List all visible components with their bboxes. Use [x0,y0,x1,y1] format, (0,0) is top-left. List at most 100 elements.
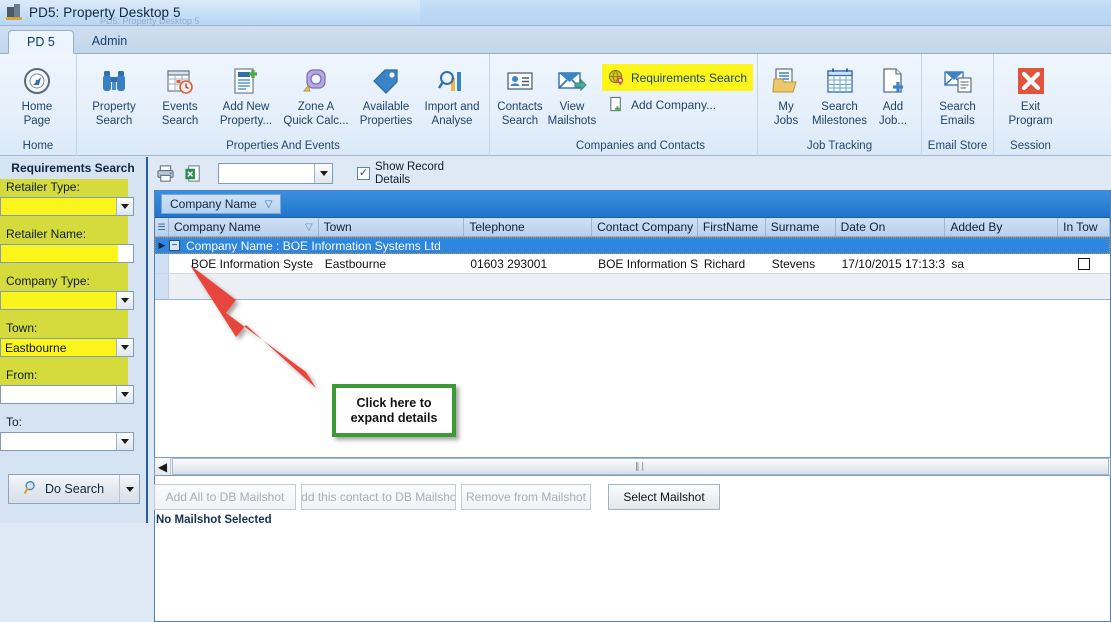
panel-title: Requirements Search [11,161,135,175]
row-selector-empty [155,274,169,299]
column-header-date-on[interactable]: Date On [836,218,946,236]
import-and-analyse-label: Import and Analyse [424,101,480,127]
show-record-details-checkbox[interactable]: ✓ Show Record Details [357,161,457,187]
retailer-type-label: Retailer Type: [6,180,80,194]
ribbon-group-label-job-tracking: Job Tracking [806,140,873,152]
available-properties-button[interactable]: Available Properties [353,58,419,128]
events-search-button[interactable]: Events Search [147,58,213,128]
row-pointer-icon: ▶ [158,240,166,250]
in-town-checkbox[interactable] [1078,257,1091,270]
column-header-contact-company[interactable]: Contact Company [592,218,698,236]
column-header-firstname[interactable]: FirstName [698,218,766,236]
property-search-label: Property Search [92,101,136,127]
tab-admin[interactable]: Admin [74,29,145,53]
scrollbar-thumb[interactable]: ∥∣ [172,458,1109,475]
from-combo[interactable] [0,385,134,404]
add-job-button[interactable]: Add Job... [869,58,917,128]
from-label: From: [6,368,38,382]
mail-search-icon [943,64,973,98]
field-retailer-name: Retailer Name: [0,226,146,263]
group-chip-company-name[interactable]: Company Name ▽ [161,194,282,214]
row-selector[interactable] [155,254,169,273]
toolbar-combo[interactable] [218,163,333,184]
excel-export-icon[interactable] [182,163,204,185]
tab-pd5[interactable]: PD 5 [8,30,74,54]
chevron-down-icon[interactable] [116,292,133,309]
chevron-down-icon[interactable] [116,386,133,403]
sort-indicator-icon: ▽ [304,221,313,233]
column-header-added-by[interactable]: Added By [945,218,1059,236]
table-row[interactable]: BOE Information Syste Eastbourne 01603 2… [155,254,1110,274]
ribbon-group-label-email-store: Email Store [927,140,988,152]
grid-group-row[interactable]: ▶ − Company Name : BOE Information Syste… [155,237,1110,254]
column-label: In Tow [1063,220,1098,234]
do-search-main[interactable]: Do Search [9,475,119,503]
requirements-search-panel: Requirements Search Retailer Type: Retai… [0,157,148,523]
ribbon-group-session: Exit Program Session [993,54,1067,156]
calendar-icon [825,64,855,98]
ribbon-group-label-properties-events: Properties And Events [226,140,340,152]
chevron-down-icon[interactable] [116,198,133,215]
add-all-to-db-mailshot-button[interactable]: Add All to DB Mailshot [154,484,296,510]
remove-from-mailshot-button[interactable]: Remove from Mailshot [461,484,591,510]
printer-icon[interactable] [154,163,176,185]
page-plus-icon [878,64,908,98]
chevron-down-icon[interactable] [314,164,332,183]
events-search-label: Events Search [161,101,199,127]
toolbar-combo-value [219,164,314,183]
to-label: To: [6,415,23,429]
company-type-label: Company Type: [6,274,90,288]
select-mailshot-button[interactable]: Select Mailshot [608,484,720,510]
view-mailshots-button[interactable]: View Mailshots [546,58,598,128]
town-combo[interactable]: Eastbourne [0,338,134,357]
contacts-search-button[interactable]: Contacts Search [494,58,546,128]
checkbox-box[interactable]: ✓ [357,167,370,180]
ribbon-group-email-store: Search Emails Email Store [921,54,993,156]
column-label: Added By [950,220,1003,234]
company-type-combo[interactable] [0,291,134,310]
exit-program-button[interactable]: Exit Program [998,58,1063,128]
grid-horizontal-scrollbar[interactable]: ◀ ∥∣ [154,457,1111,476]
add-this-contact-to-db-mailshot-button[interactable]: dd this contact to DB Mailshc [301,484,456,510]
retailer-type-combo[interactable] [0,197,134,216]
home-page-button[interactable]: Home Page [4,58,70,128]
scroll-left-icon[interactable]: ◀ [155,458,171,475]
my-jobs-label: My Jobs [773,101,799,127]
zone-a-quick-calc-button[interactable]: Zone A Quick Calc... [279,58,353,128]
import-and-analyse-button[interactable]: Import and Analyse [419,58,485,128]
property-search-button[interactable]: Property Search [81,58,147,128]
my-jobs-button[interactable]: My Jobs [762,58,810,128]
column-header-in-town[interactable]: In Tow [1058,218,1110,236]
do-search-button[interactable]: Do Search [8,474,140,504]
add-new-property-label: Add New Property... [219,101,273,127]
column-header-telephone[interactable]: Telephone [464,218,593,236]
group-row-text: Company Name : BOE Information Systems L… [186,238,441,253]
do-search-dropdown[interactable] [119,475,139,503]
group-by-box[interactable]: Company Name ▽ [155,191,1110,218]
column-header-company-name[interactable]: Company Name ▽ [169,218,319,236]
filter-icon[interactable]: ▽ [265,199,273,210]
chevron-down-icon[interactable] [116,339,133,356]
group-expander-toggle[interactable]: − [169,240,180,251]
chevron-down-icon[interactable] [116,433,133,450]
field-town: Town: Eastbourne [0,320,146,357]
column-label: FirstName [702,220,759,234]
add-company-button[interactable]: Add Company... [602,91,753,118]
search-emails-button[interactable]: Search Emails [926,58,989,128]
column-header-town[interactable]: Town [319,218,465,236]
grid-indicator-header: ☰ [155,218,169,236]
column-header-surname[interactable]: Surname [766,218,836,236]
retailer-name-input[interactable] [0,244,134,263]
requirements-search-button[interactable]: Requirements Search [601,64,753,91]
cell-in-town[interactable] [1058,254,1110,273]
mailshot-button-bar: Add All to DB Mailshot dd this contact t… [154,482,1111,512]
column-label: Town [323,220,352,234]
mail-arrow-icon [557,64,587,98]
to-combo[interactable] [0,432,134,451]
add-new-property-button[interactable]: Add New Property... [213,58,279,128]
magnifier-icon [23,480,39,498]
search-milestones-button[interactable]: Search Milestones [810,58,869,128]
window-title-bar: PD5: Property Desktop 5 PD5: Property De… [0,0,1111,26]
globe-pin-icon [608,69,625,86]
search-emails-label: Search Emails [939,101,976,127]
